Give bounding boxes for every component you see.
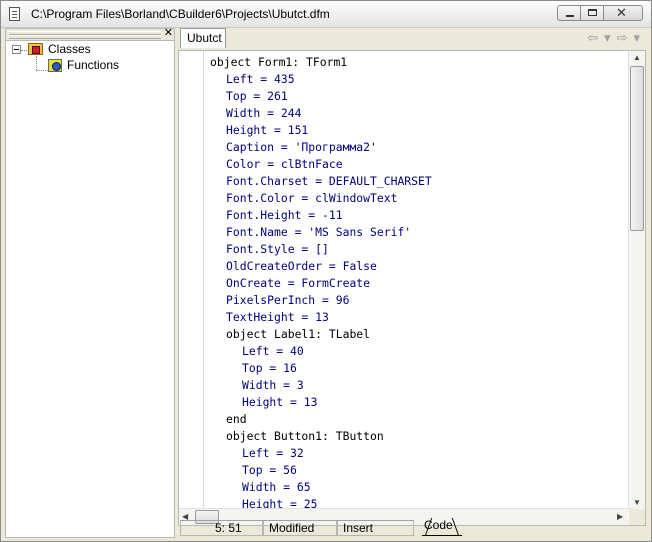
back-dropdown-icon[interactable]: ▾ <box>604 30 611 46</box>
code-line[interactable]: Top = 56 <box>210 462 630 479</box>
dock-grip-lower <box>9 35 161 39</box>
functions-icon <box>48 59 62 72</box>
navigation-arrows: ⇦ ▾ ⇨ ▾ <box>587 30 640 46</box>
collapse-toggle[interactable] <box>12 45 21 54</box>
vertical-scroll-thumb[interactable] <box>630 66 644 231</box>
ide-window: C:\Program Files\Borland\CBuilder6\Proje… <box>0 0 652 542</box>
code-line[interactable]: Font.Height = -11 <box>210 207 630 224</box>
tab-ubutct[interactable]: Ubutct <box>180 28 226 48</box>
code-line[interactable]: Left = 40 <box>210 343 630 360</box>
code-line[interactable]: Left = 32 <box>210 445 630 462</box>
code-line[interactable]: Font.Color = clWindowText <box>210 190 630 207</box>
code-editor[interactable]: object Form1: TForm1 Left = 435 Top = 261 W… <box>178 50 646 526</box>
tab-code[interactable]: Code <box>422 518 462 536</box>
code-line[interactable]: Color = clBtnFace <box>210 156 630 173</box>
tree-connector <box>36 56 37 70</box>
maximize-icon <box>588 9 597 16</box>
modified-indicator: Modified <box>262 520 338 536</box>
class-explorer-pane: ✕ Classes Functions <box>5 26 175 538</box>
close-button[interactable]: ✕ <box>603 5 643 21</box>
code-line[interactable]: end <box>210 411 630 428</box>
code-line[interactable]: Width = 244 <box>210 105 630 122</box>
code-line[interactable]: Height = 13 <box>210 394 630 411</box>
code-line[interactable]: OldCreateOrder = False <box>210 258 630 275</box>
code-line[interactable]: OnCreate = FormCreate <box>210 275 630 292</box>
maximize-button[interactable] <box>580 5 604 21</box>
vertical-scrollbar[interactable]: ▲ ▼ <box>628 51 645 509</box>
window-controls: ✕ <box>557 5 643 21</box>
cursor-position: 5: 51 <box>180 520 264 536</box>
status-bar: 5: 51 Modified Insert Code <box>178 518 648 538</box>
forward-arrow-icon[interactable]: ⇨ <box>617 30 628 46</box>
insert-mode-indicator: Insert <box>336 520 414 536</box>
editor-gutter[interactable] <box>179 51 204 525</box>
tree-connector <box>21 50 27 51</box>
code-line[interactable]: Font.Style = [] <box>210 241 630 258</box>
tree-connector <box>36 70 48 71</box>
window-title: C:\Program Files\Borland\CBuilder6\Proje… <box>31 7 330 21</box>
tree-item-label: Classes <box>48 42 91 56</box>
code-line[interactable]: Width = 3 <box>210 377 630 394</box>
code-line[interactable]: Height = 151 <box>210 122 630 139</box>
classes-folder-icon <box>28 43 43 55</box>
code-line[interactable]: Left = 435 <box>210 71 630 88</box>
code-line[interactable]: Top = 261 <box>210 88 630 105</box>
editor-pane: Ubutct ⇦ ▾ ⇨ ▾ object Form1: TForm1 Left … <box>178 28 648 540</box>
scroll-up-icon[interactable]: ▲ <box>633 53 641 62</box>
close-icon[interactable]: ✕ <box>164 26 173 39</box>
code-line[interactable]: object Form1: TForm1 <box>210 54 630 71</box>
code-line[interactable]: TextHeight = 13 <box>210 309 630 326</box>
code-line[interactable]: PixelsPerInch = 96 <box>210 292 630 309</box>
back-arrow-icon[interactable]: ⇦ <box>587 30 598 46</box>
class-explorer-header: ✕ <box>6 26 174 41</box>
close-icon: ✕ <box>616 5 627 20</box>
forward-dropdown-icon[interactable]: ▾ <box>633 30 640 46</box>
code-line[interactable]: object Button1: TButton <box>210 428 630 445</box>
code-text[interactable]: object Form1: TForm1 Left = 435 Top = 261 W… <box>210 54 630 512</box>
minimize-button[interactable] <box>557 5 581 21</box>
code-line[interactable]: Caption = 'Программа2' <box>210 139 630 156</box>
code-line[interactable]: Font.Charset = DEFAULT_CHARSET <box>210 173 630 190</box>
code-line[interactable]: object Label1: TLabel <box>210 326 630 343</box>
tab-strip: Ubutct ⇦ ▾ ⇨ ▾ <box>178 28 648 50</box>
code-line[interactable]: Width = 65 <box>210 479 630 496</box>
code-line[interactable]: Font.Name = 'MS Sans Serif' <box>210 224 630 241</box>
scroll-down-icon[interactable]: ▼ <box>633 498 641 507</box>
document-icon <box>9 7 20 21</box>
code-line[interactable]: Top = 16 <box>210 360 630 377</box>
tree-item-label: Functions <box>67 58 120 72</box>
minimize-icon <box>566 15 574 17</box>
title-bar: C:\Program Files\Borland\CBuilder6\Proje… <box>1 1 651 28</box>
